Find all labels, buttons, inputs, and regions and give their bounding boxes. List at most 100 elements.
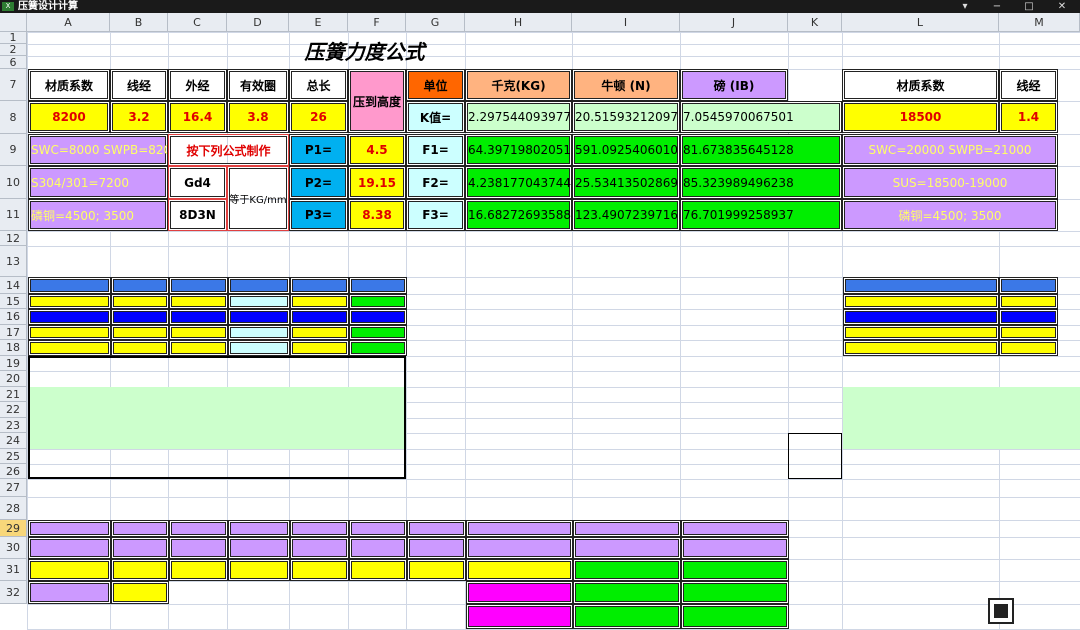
cell-coils-value[interactable]: 3.8 — [227, 101, 289, 133]
bottom-cell[interactable] — [407, 559, 466, 581]
bottom-cell[interactable] — [681, 581, 789, 604]
bottom-cell[interactable] — [349, 559, 407, 581]
bottom-cell[interactable] — [573, 604, 681, 629]
band-cell[interactable] — [290, 294, 349, 309]
small-box-k[interactable] — [788, 433, 842, 479]
row-header-9[interactable]: 9 — [0, 134, 27, 166]
row-header-29[interactable]: 29 — [0, 520, 27, 537]
band-cell[interactable] — [228, 340, 290, 356]
band-cell[interactable] — [111, 325, 169, 340]
bottom-cell[interactable] — [466, 520, 573, 537]
row-header-27[interactable]: 27 — [0, 479, 27, 497]
select-all-corner[interactable] — [0, 13, 27, 32]
bottom-cell[interactable] — [407, 520, 466, 537]
band-cell[interactable] — [290, 309, 349, 325]
bottom-cell[interactable] — [573, 537, 681, 559]
band-cell-right[interactable] — [843, 325, 999, 340]
right-wire-value[interactable]: 1.4 — [999, 101, 1058, 133]
bottom-cell[interactable] — [466, 604, 573, 629]
row-header-18[interactable]: 18 — [0, 340, 27, 356]
cell-f3-n[interactable]: 123.4907239716 — [572, 199, 680, 231]
right-header-material[interactable]: 材质系数 — [842, 69, 999, 101]
row-header-2[interactable]: 2 — [0, 44, 27, 56]
row-header-26[interactable]: 26 — [0, 464, 27, 479]
band-cell[interactable] — [349, 325, 407, 340]
band-cell[interactable] — [111, 340, 169, 356]
cell-p2-label[interactable]: P2= — [289, 166, 348, 199]
band-cell[interactable] — [349, 340, 407, 356]
cell-f2-kg[interactable]: 4.238177043744 — [465, 166, 572, 199]
band-cell[interactable] — [290, 277, 349, 294]
bottom-cell[interactable] — [681, 559, 789, 581]
band-cell[interactable] — [169, 294, 228, 309]
row-header-11[interactable]: 11 — [0, 199, 27, 231]
band-cell-right[interactable] — [999, 309, 1058, 325]
right-note-3[interactable]: 磷铜=4500; 3500 — [842, 199, 1058, 231]
band-cell[interactable] — [169, 340, 228, 356]
row-header-7[interactable]: 7 — [0, 69, 27, 101]
bottom-cell[interactable] — [228, 537, 290, 559]
band-cell[interactable] — [349, 294, 407, 309]
bottom-cell[interactable] — [111, 559, 169, 581]
cell-wire-value[interactable]: 3.2 — [110, 101, 168, 133]
cell-k-label[interactable]: K值= — [406, 101, 465, 133]
header-wire[interactable]: 线经 — [110, 69, 168, 101]
band-cell-right[interactable] — [999, 340, 1058, 356]
band-cell[interactable] — [228, 309, 290, 325]
band-cell[interactable] — [111, 294, 169, 309]
row-header-21[interactable]: 21 — [0, 387, 27, 402]
band-cell[interactable] — [228, 294, 290, 309]
maximize-button[interactable]: □ — [1016, 0, 1042, 13]
row-header-32[interactable]: 32 — [0, 581, 27, 604]
band-cell[interactable] — [349, 309, 407, 325]
row-header-14[interactable]: 14 — [0, 277, 27, 294]
row-header-8[interactable]: 8 — [0, 101, 27, 134]
bottom-cell[interactable] — [466, 537, 573, 559]
row-header-24[interactable]: 24 — [0, 433, 27, 449]
cell-f3-lb[interactable]: 76.701999258937 — [680, 199, 842, 231]
cell-length-value[interactable]: 26 — [289, 101, 348, 133]
cell-od-value[interactable]: 16.4 — [168, 101, 227, 133]
band-cell-right[interactable] — [843, 294, 999, 309]
column-header-M[interactable]: M — [999, 13, 1080, 32]
cell-f1-label[interactable]: F1= — [406, 134, 465, 166]
cell-p3-label[interactable]: P3= — [289, 199, 348, 231]
band-cell[interactable] — [228, 325, 290, 340]
column-header-F[interactable]: F — [348, 13, 406, 32]
row-header-6[interactable]: 6 — [0, 56, 27, 69]
column-header-I[interactable]: I — [572, 13, 680, 32]
cell-k-n[interactable]: 20.515932120977 — [572, 101, 680, 133]
bottom-cell[interactable] — [228, 520, 290, 537]
close-button[interactable]: ✕ — [1048, 0, 1076, 13]
row-header-15[interactable]: 15 — [0, 294, 27, 309]
row-header-31[interactable]: 31 — [0, 559, 27, 581]
cell-f1-lb[interactable]: 81.673835645128 — [680, 134, 842, 166]
right-header-wire[interactable]: 线经 — [999, 69, 1058, 101]
bottom-cell[interactable] — [681, 520, 789, 537]
column-header-L[interactable]: L — [842, 13, 999, 32]
cell-material-note-1[interactable]: SWC=8000 SWPB=8200 — [28, 134, 168, 166]
row-header-23[interactable]: 23 — [0, 418, 27, 433]
row-header-25[interactable]: 25 — [0, 449, 27, 464]
cell-p2-value[interactable]: 19.15 — [348, 166, 406, 199]
bottom-cell[interactable] — [228, 559, 290, 581]
cell-k-kg[interactable]: 2.297544093977 — [465, 101, 572, 133]
bottom-cell[interactable] — [169, 559, 228, 581]
band-cell[interactable] — [169, 277, 228, 294]
band-cell-right[interactable] — [843, 309, 999, 325]
row-header-28[interactable]: 28 — [0, 497, 27, 520]
row-header-22[interactable]: 22 — [0, 402, 27, 418]
column-header-C[interactable]: C — [168, 13, 227, 32]
row-header-13[interactable]: 13 — [0, 246, 27, 277]
band-cell[interactable] — [290, 325, 349, 340]
cell-k-lb[interactable]: 7.0545970067501 — [680, 101, 842, 133]
bottom-cell[interactable] — [466, 581, 573, 604]
bottom-cell[interactable] — [290, 520, 349, 537]
bottom-cell[interactable] — [169, 537, 228, 559]
band-cell[interactable] — [228, 277, 290, 294]
bottom-cell[interactable] — [169, 520, 228, 537]
band-cell-right[interactable] — [999, 325, 1058, 340]
header-material[interactable]: 材质系数 — [28, 69, 110, 101]
right-note-1[interactable]: SWC=20000 SWPB=21000 — [842, 134, 1058, 166]
header-newton[interactable]: 牛顿 (N) — [572, 69, 680, 101]
